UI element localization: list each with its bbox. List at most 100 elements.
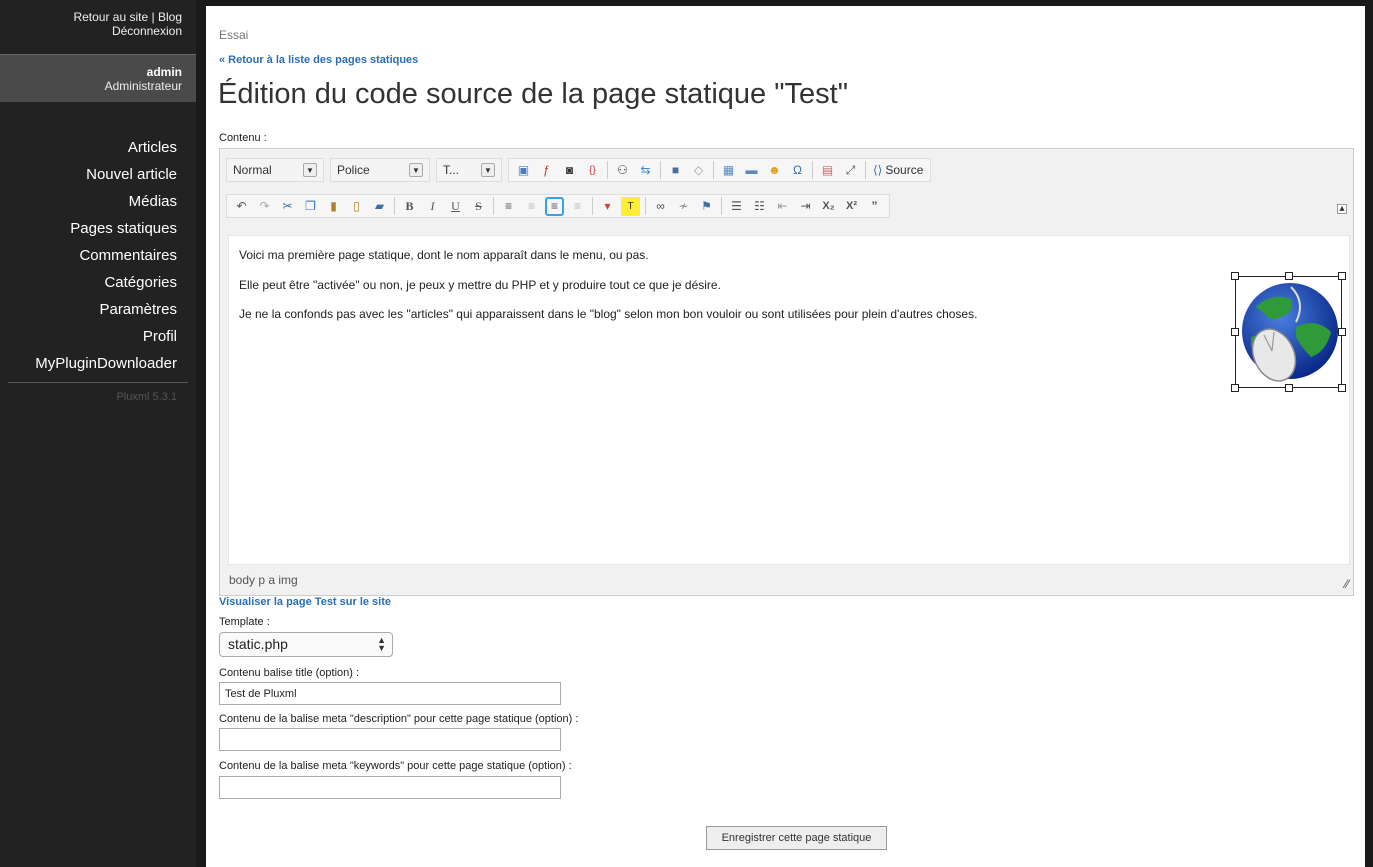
block-icon[interactable]: ■	[666, 161, 685, 180]
template-select[interactable]: static.php ▲ ▼	[219, 632, 393, 657]
sidebar-item-static-pages[interactable]: Pages statiques	[0, 215, 196, 242]
template-label: Template :	[219, 616, 270, 628]
format-select[interactable]: Normal ▼	[226, 158, 324, 182]
table-icon[interactable]: ▦	[719, 161, 738, 180]
formatting-toolbar-group: ↶ ↷ ✂ ❐ ▮ ▯ ▰ B I U S ≡ ≡ ≡ ≡ ▾ T ∞ ≁ ⚑ …	[226, 194, 890, 218]
subscript-icon[interactable]: X₂	[819, 197, 838, 216]
outdent-icon[interactable]: ⇤	[773, 197, 792, 216]
sidebar-item-comments[interactable]: Commentaires	[0, 242, 196, 269]
hr-icon[interactable]: ▬	[742, 161, 761, 180]
toolbar-separator	[394, 197, 395, 215]
sidebar-item-myplugindownloader[interactable]: MyPluginDownloader	[0, 350, 196, 377]
insert-toolbar-group: ▣ ƒ ◙ {} ⚇ ⇆ ■ ◇ ▦ ▬ ☻ Ω ▤ ⤢ ⟨⟩ Source	[508, 158, 932, 182]
sidebar-item-articles[interactable]: Articles	[0, 134, 196, 161]
save-button[interactable]: Enregistrer cette page statique	[706, 826, 887, 850]
element-path[interactable]: body p a img	[229, 573, 298, 587]
sidebar-item-medias[interactable]: Médias	[0, 188, 196, 215]
source-label: Source	[885, 163, 924, 177]
toolbar-separator	[607, 161, 608, 179]
sidebar-item-new-article[interactable]: Nouvel article	[0, 161, 196, 188]
maximize-icon[interactable]: ⤢	[841, 161, 860, 180]
copy-icon[interactable]: ❐	[301, 197, 320, 216]
user-role: Administrateur	[104, 79, 182, 93]
rich-text-editor: Normal ▼ Police ▼ T... ▼ ▣ ƒ ◙ {} ⚇ ⇆ ■	[219, 148, 1354, 596]
redo-icon[interactable]: ↷	[255, 197, 274, 216]
strike-icon[interactable]: S	[469, 197, 488, 216]
flash-icon[interactable]: ƒ	[537, 161, 556, 180]
toolbar-row-1: Normal ▼ Police ▼ T... ▼ ▣ ƒ ◙ {} ⚇ ⇆ ■	[226, 157, 934, 183]
title-input[interactable]: Test de Pluxml	[219, 682, 561, 705]
align-justify-icon[interactable]: ≡	[568, 197, 587, 216]
back-to-list-link[interactable]: « Retour à la liste des pages statiques	[219, 54, 418, 66]
bulleted-list-icon[interactable]: ☷	[750, 197, 769, 216]
sidebar-item-settings[interactable]: Paramètres	[0, 296, 196, 323]
text-color-icon[interactable]: ▾	[598, 197, 617, 216]
binoculars-icon[interactable]: ⚇	[613, 161, 632, 180]
editor-resize-icon[interactable]: ⁄⁄	[1345, 577, 1349, 591]
resize-handle[interactable]	[1338, 328, 1346, 336]
paste-icon[interactable]: ▮	[324, 197, 343, 216]
breadcrumb: Essai	[219, 28, 249, 42]
anchor-icon[interactable]: ⚑	[697, 197, 716, 216]
font-select[interactable]: Police ▼	[330, 158, 430, 182]
image-icon[interactable]: ▣	[514, 161, 533, 180]
size-select[interactable]: T... ▼	[436, 158, 502, 182]
resize-handle[interactable]	[1231, 328, 1239, 336]
resize-handle[interactable]	[1231, 272, 1239, 280]
align-left-icon[interactable]: ≡	[499, 197, 518, 216]
blog-link[interactable]: Blog	[158, 10, 182, 24]
sidebar-top-links: Retour au site | Blog Déconnexion	[0, 0, 196, 54]
sidebar-item-categories[interactable]: Catégories	[0, 269, 196, 296]
keywords-input[interactable]	[219, 776, 561, 799]
toolbar-separator	[713, 161, 714, 179]
undo-icon[interactable]: ↶	[232, 197, 251, 216]
source-button[interactable]: ⟨⟩ Source	[869, 163, 927, 177]
smiley-icon[interactable]: ☻	[765, 161, 784, 180]
align-right-icon[interactable]: ≡	[545, 196, 564, 216]
italic-icon[interactable]: I	[423, 197, 442, 216]
resize-handle[interactable]	[1285, 384, 1293, 392]
title-label: Contenu balise title (option) :	[219, 667, 360, 679]
site-link[interactable]: Retour au site	[73, 10, 148, 24]
cut-icon[interactable]: ✂	[278, 197, 297, 216]
logout-link[interactable]: Déconnexion	[112, 24, 182, 38]
size-select-value: T...	[443, 163, 460, 177]
bg-color-icon[interactable]: T	[621, 196, 640, 216]
description-input[interactable]	[219, 728, 561, 751]
collapse-toolbar-icon[interactable]: ▴	[1337, 204, 1347, 214]
paste-text-icon[interactable]: ▯	[347, 197, 366, 216]
page-title: Édition du code source de la page statiq…	[218, 78, 848, 110]
superscript-icon[interactable]: X²	[842, 197, 861, 216]
bold-icon[interactable]: B	[400, 197, 419, 216]
eraser-icon[interactable]: ◇	[689, 161, 708, 180]
description-label: Contenu de la balise meta "description" …	[219, 713, 579, 725]
replace-icon[interactable]: ⇆	[636, 161, 655, 180]
editor-paragraph: Voici ma première page statique, dont le…	[239, 248, 649, 262]
underline-icon[interactable]: U	[446, 197, 465, 216]
toolbar-separator	[660, 161, 661, 179]
paste-word-icon[interactable]: ▰	[370, 197, 389, 216]
toolbar-separator	[645, 197, 646, 215]
resize-handle[interactable]	[1338, 272, 1346, 280]
align-center-icon[interactable]: ≡	[522, 197, 541, 216]
toolbar-separator	[865, 161, 866, 179]
blockquote-icon[interactable]: ”	[865, 197, 884, 216]
indent-icon[interactable]: ⇥	[796, 197, 815, 216]
camera-icon[interactable]: ◙	[560, 161, 579, 180]
font-select-value: Police	[337, 163, 370, 177]
content-label: Contenu :	[219, 132, 267, 144]
view-page-link[interactable]: Visualiser la page Test sur le site	[219, 596, 391, 608]
numbered-list-icon[interactable]: ☰	[727, 197, 746, 216]
selected-image[interactable]	[1231, 272, 1346, 392]
format-select-value: Normal	[233, 163, 272, 177]
code-icon[interactable]: {}	[583, 161, 602, 180]
unlink-icon[interactable]: ≁	[674, 197, 693, 216]
sidebar-item-profile[interactable]: Profil	[0, 323, 196, 350]
omega-icon[interactable]: Ω	[788, 161, 807, 180]
iframe-icon[interactable]: ▤	[818, 161, 837, 180]
resize-handle[interactable]	[1338, 384, 1346, 392]
resize-handle[interactable]	[1285, 272, 1293, 280]
resize-handle[interactable]	[1231, 384, 1239, 392]
editor-content-area[interactable]: Voici ma première page statique, dont le…	[228, 235, 1350, 565]
link-icon[interactable]: ∞	[651, 197, 670, 216]
